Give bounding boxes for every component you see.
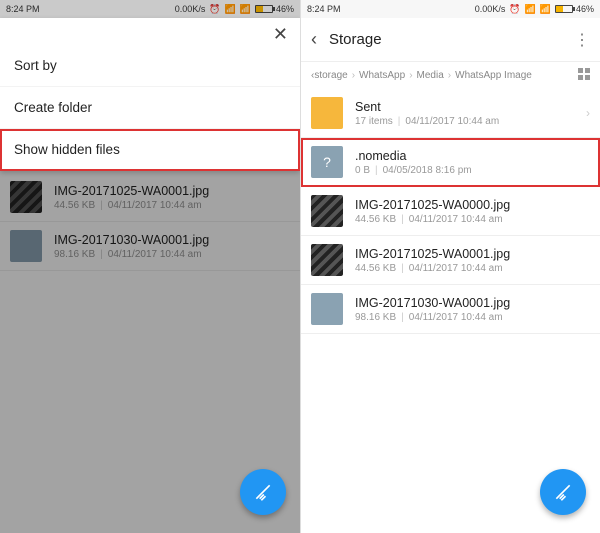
file-row[interactable]: IMG-20171025-WA0000.jpg 44.56 KB|04/11/2…	[301, 187, 600, 236]
close-button[interactable]: ✕	[0, 18, 300, 45]
crumb[interactable]: Media	[417, 70, 444, 81]
crumb[interactable]: WhatsApp	[359, 70, 405, 81]
item-meta: 98.16 KB|04/11/2017 10:44 am	[355, 312, 510, 323]
chevron-right-icon: ›	[586, 106, 590, 120]
view-grid-button[interactable]	[578, 68, 590, 83]
back-button[interactable]: ‹	[311, 29, 317, 50]
right-pane: 8:24 PM 0.00K/s ⏰ 📶 📶 46% ‹ Storage ⋮ ‹ …	[300, 0, 600, 533]
folder-icon	[311, 97, 343, 129]
data-speed: 0.00K/s	[475, 4, 506, 14]
menu-show-hidden[interactable]: Show hidden files	[0, 129, 300, 171]
signal-icon: 📶	[540, 4, 551, 15]
broom-icon	[253, 482, 273, 502]
folder-row[interactable]: Sent 17 items|04/11/2017 10:44 am ›	[301, 89, 600, 138]
item-meta: 0 B|04/05/2018 8:16 pm	[355, 165, 472, 176]
broom-icon	[553, 482, 573, 502]
close-icon: ✕	[273, 24, 288, 44]
item-name: IMG-20171025-WA0000.jpg	[355, 198, 510, 212]
file-row[interactable]: IMG-20171025-WA0001.jpg 44.56 KB|04/11/2…	[301, 236, 600, 285]
item-name: IMG-20171030-WA0001.jpg	[355, 296, 510, 310]
fab-clean-button[interactable]	[540, 469, 586, 515]
page-title: Storage	[329, 31, 574, 48]
item-name: Sent	[355, 100, 499, 114]
menu-sort-by[interactable]: Sort by	[0, 45, 300, 87]
item-meta: 44.56 KB|04/11/2017 10:44 am	[355, 263, 510, 274]
status-bar-right: 8:24 PM 0.00K/s ⏰ 📶 📶 46%	[301, 0, 600, 18]
item-meta: 17 items|04/11/2017 10:44 am	[355, 116, 499, 127]
battery-icon	[555, 5, 573, 13]
file-row[interactable]: IMG-20171030-WA0001.jpg 98.16 KB|04/11/2…	[301, 285, 600, 334]
file-row-nomedia[interactable]: ? .nomedia 0 B|04/05/2018 8:16 pm	[301, 138, 600, 187]
alarm-icon: ⏰	[509, 4, 520, 15]
battery-pct: 46%	[576, 4, 594, 14]
app-bar: ‹ Storage ⋮	[301, 18, 600, 62]
crumb[interactable]: WhatsApp Image	[455, 70, 532, 81]
fab-clean-button[interactable]	[240, 469, 286, 515]
left-pane: 8:24 PM 0.00K/s ⏰ 📶 📶 46% IMG-20171025-W…	[0, 0, 300, 533]
breadcrumb[interactable]: ‹ storage› WhatsApp› Media› WhatsApp Ima…	[301, 62, 600, 89]
clock: 8:24 PM	[307, 4, 341, 14]
thumbnail-icon	[311, 293, 343, 325]
item-name: IMG-20171025-WA0001.jpg	[355, 247, 510, 261]
menu-create-folder[interactable]: Create folder	[0, 87, 300, 129]
overflow-menu: ✕ Sort by Create folder Show hidden file…	[0, 18, 300, 171]
crumb[interactable]: storage	[314, 70, 347, 81]
unknown-file-icon: ?	[311, 146, 343, 178]
item-meta: 44.56 KB|04/11/2017 10:44 am	[355, 214, 510, 225]
thumbnail-icon	[311, 244, 343, 276]
overflow-button[interactable]: ⋮	[574, 30, 590, 50]
wifi-icon: 📶	[525, 4, 536, 15]
item-name: .nomedia	[355, 149, 472, 163]
thumbnail-icon	[311, 195, 343, 227]
